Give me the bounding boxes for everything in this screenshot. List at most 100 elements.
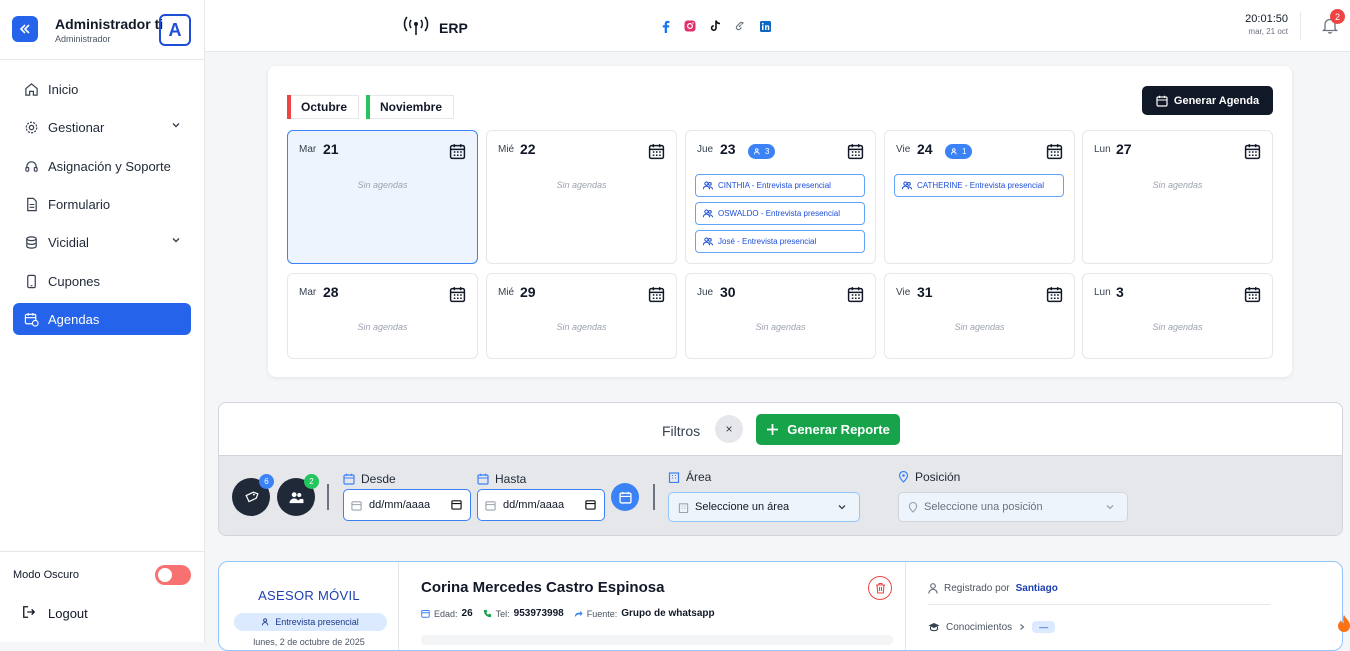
appointment-label: CINTHIA - Entrevista presencial [718,181,831,190]
calendar-icon [351,500,362,511]
calendar-icon[interactable] [1244,286,1261,308]
app-name: ERP [439,19,468,36]
close-filters-button[interactable]: × [715,415,743,443]
empty-day-label: Sin agendas [556,322,607,332]
link-icon[interactable] [733,19,747,33]
calendar-icon[interactable] [847,143,864,165]
filters-title: Filtros [662,423,701,439]
topbar-divider [1300,12,1301,40]
area-select[interactable]: Seleccione un área [668,492,860,522]
calendar-icon[interactable] [648,286,665,308]
divider [928,604,1270,605]
users-badge: 2 [304,474,319,489]
location-pin-icon [908,501,918,513]
calendar-icon[interactable] [1244,143,1261,165]
appointment-count-badge: 3 [748,144,776,159]
record-notes-area [421,635,893,645]
apply-dates-button[interactable] [611,483,639,511]
empty-day-label: Sin agendas [357,180,408,190]
tiktok-icon[interactable] [708,19,722,33]
calendar-icon[interactable] [1046,143,1063,165]
tags-filter-button[interactable]: 6 [232,474,274,516]
filter-divider [653,484,655,510]
calendar-day[interactable]: Mié 22 Sin agendas [486,130,677,264]
appointment-chip[interactable]: CATHERINE - Entrevista presencial [894,174,1064,197]
day-of-week: Jue [697,144,714,155]
users-filter-button[interactable]: 2 [277,474,319,516]
chevron-down-icon [172,238,180,243]
empty-day-label: Sin agendas [1152,180,1203,190]
sidebar-item-vicidial[interactable]: Vicidial [13,226,191,258]
sidebar-item-cupones[interactable]: Cupones [13,265,191,297]
knowledge-row[interactable]: Conocimientos — [928,621,1056,633]
appointment-chip[interactable]: José - Entrevista presencial [695,230,865,253]
calendar-day[interactable]: Mar 21 Sin agendas [287,130,478,264]
calendar-icon[interactable] [847,286,864,308]
calendar-day[interactable]: Jue 30 Sin agendas [685,273,876,359]
posicion-label: Posición [898,470,960,484]
database-icon [22,233,40,251]
delete-record-button[interactable] [868,576,892,600]
hasta-label-text: Hasta [495,472,527,486]
sidebar-item-label: Inicio [48,81,79,97]
empty-day-label: Sin agendas [954,322,1005,332]
dark-mode-toggle[interactable] [155,565,191,585]
hasta-label: Hasta [477,472,526,486]
building-icon [678,502,689,513]
instagram-icon[interactable] [683,19,697,33]
hasta-date-input[interactable]: dd/mm/aaaa [477,489,605,521]
calendar-icon[interactable] [1046,286,1063,308]
sidebar-item-formulario[interactable]: Formulario [13,188,191,220]
calendar-day[interactable]: Mié 29 Sin agendas [486,273,677,359]
hasta-placeholder: dd/mm/aaaa [503,499,565,511]
day-number: 22 [520,141,536,157]
sidebar: Administrador ti Administrador A Inicio … [0,0,205,642]
desde-date-input[interactable]: dd/mm/aaaa [343,489,471,521]
calendar-day[interactable]: Mar 28 Sin agendas [287,273,478,359]
sidebar-item-asignacion[interactable]: Asignación y Soporte [13,150,191,182]
headset-icon [22,157,40,175]
calendar-day[interactable]: Jue 23 3 CINTHIA - Entrevista presencial OSW… [685,130,876,264]
generate-agenda-button[interactable]: Generar Agenda [1142,86,1273,115]
calendar-icon[interactable] [648,143,665,165]
appointment-chip[interactable]: OSWALDO - Entrevista presencial [695,202,865,225]
appointment-count: 3 [765,147,770,156]
facebook-icon[interactable] [658,19,672,33]
sidebar-item-label: Cupones [48,273,101,289]
tags-icon [244,491,259,502]
avatar[interactable]: A [159,14,191,46]
posicion-label-text: Posición [915,470,961,484]
registered-by: Registrado por Santiago [928,583,1058,594]
calendar-day[interactable]: Lun 27 Sin agendas [1082,130,1273,264]
calendar-picker-icon[interactable] [585,499,596,510]
month-tab-octubre[interactable]: Octubre [287,95,360,119]
flame-icon[interactable] [1337,614,1350,634]
day-of-week: Lun [1094,287,1111,298]
agenda-record-card[interactable]: ASESOR MÓVIL Entrevista presencial lunes… [218,561,1343,651]
knowledge-value: — [1032,621,1056,633]
collapse-sidebar-button[interactable] [12,16,38,42]
desde-placeholder: dd/mm/aaaa [369,499,431,511]
area-label-text: Área [686,470,712,484]
logout-button[interactable]: Logout [22,605,88,622]
calendar-icon[interactable] [449,286,466,308]
calendar-day[interactable]: Lun 3 Sin agendas [1082,273,1273,359]
user-role: Administrador [55,34,111,44]
day-number: 24 [917,141,933,157]
generate-report-button[interactable]: Generar Reporte [756,414,900,445]
appointment-chip[interactable]: CINTHIA - Entrevista presencial [695,174,865,197]
calendar-clock-icon [22,310,40,328]
age-label: Edad: [434,608,458,619]
linkedin-icon[interactable] [758,19,772,33]
calendar-picker-icon[interactable] [451,499,462,510]
sidebar-item-gestionar[interactable]: Gestionar [13,111,191,143]
appointment-label: José - Entrevista presencial [718,237,817,246]
sidebar-item-inicio[interactable]: Inicio [13,73,191,105]
calendar-icon[interactable] [449,143,466,165]
sidebar-item-agendas[interactable]: Agendas [13,303,191,335]
month-tab-noviembre[interactable]: Noviembre [366,95,455,119]
knowledge-label: Conocimientos [946,621,1013,633]
calendar-day[interactable]: Vie 24 1 CATHERINE - Entrevista presencial [884,130,1075,264]
calendar-day[interactable]: Vie 31 Sin agendas [884,273,1075,359]
posicion-select[interactable]: Seleccione una posición [898,492,1128,522]
